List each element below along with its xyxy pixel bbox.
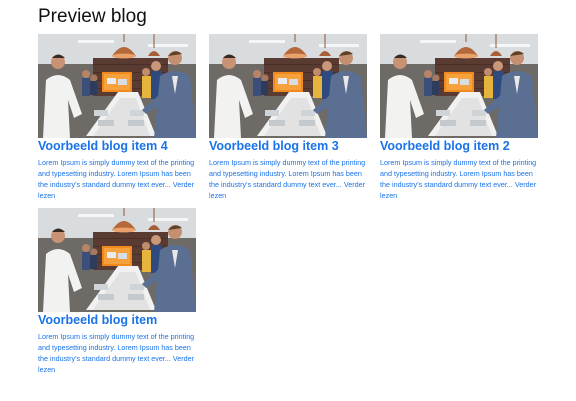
blog-card: Voorbeeld blog item Lorem Ipsum is simpl… xyxy=(38,208,196,375)
team-laptops-photo xyxy=(380,34,538,138)
blog-card: Voorbeeld blog item 4 Lorem Ipsum is sim… xyxy=(38,34,196,201)
blog-excerpt: Lorem Ipsum is simply dummy text of the … xyxy=(38,157,196,201)
blog-card: Voorbeeld blog item 2 Lorem Ipsum is sim… xyxy=(380,34,538,201)
blog-image-link[interactable] xyxy=(38,34,196,138)
blog-excerpt: Lorem Ipsum is simply dummy text of the … xyxy=(38,331,196,375)
blog-title-link[interactable]: Voorbeeld blog item 2 xyxy=(380,139,538,154)
team-laptops-photo xyxy=(209,34,367,138)
excerpt-text: Lorem Ipsum is simply dummy text of the … xyxy=(209,158,366,189)
blog-preview-page: Preview blog Voorbeeld blog item 4 Lorem… xyxy=(0,0,576,401)
excerpt-text: Lorem Ipsum is simply dummy text of the … xyxy=(38,158,195,189)
blog-excerpt: Lorem Ipsum is simply dummy text of the … xyxy=(380,157,538,201)
excerpt-text: Lorem Ipsum is simply dummy text of the … xyxy=(380,158,537,189)
page-title: Preview blog xyxy=(38,6,147,27)
blog-image-link[interactable] xyxy=(38,208,196,312)
blog-title-link[interactable]: Voorbeeld blog item 3 xyxy=(209,139,367,154)
team-laptops-photo xyxy=(38,208,196,312)
blog-title-link[interactable]: Voorbeeld blog item 4 xyxy=(38,139,196,154)
team-laptops-photo xyxy=(38,34,196,138)
blog-image-link[interactable] xyxy=(380,34,538,138)
excerpt-text: Lorem Ipsum is simply dummy text of the … xyxy=(38,332,195,363)
blog-title-link[interactable]: Voorbeeld blog item xyxy=(38,313,196,328)
blog-image-link[interactable] xyxy=(209,34,367,138)
blog-card: Voorbeeld blog item 3 Lorem Ipsum is sim… xyxy=(209,34,367,201)
blog-excerpt: Lorem Ipsum is simply dummy text of the … xyxy=(209,157,367,201)
